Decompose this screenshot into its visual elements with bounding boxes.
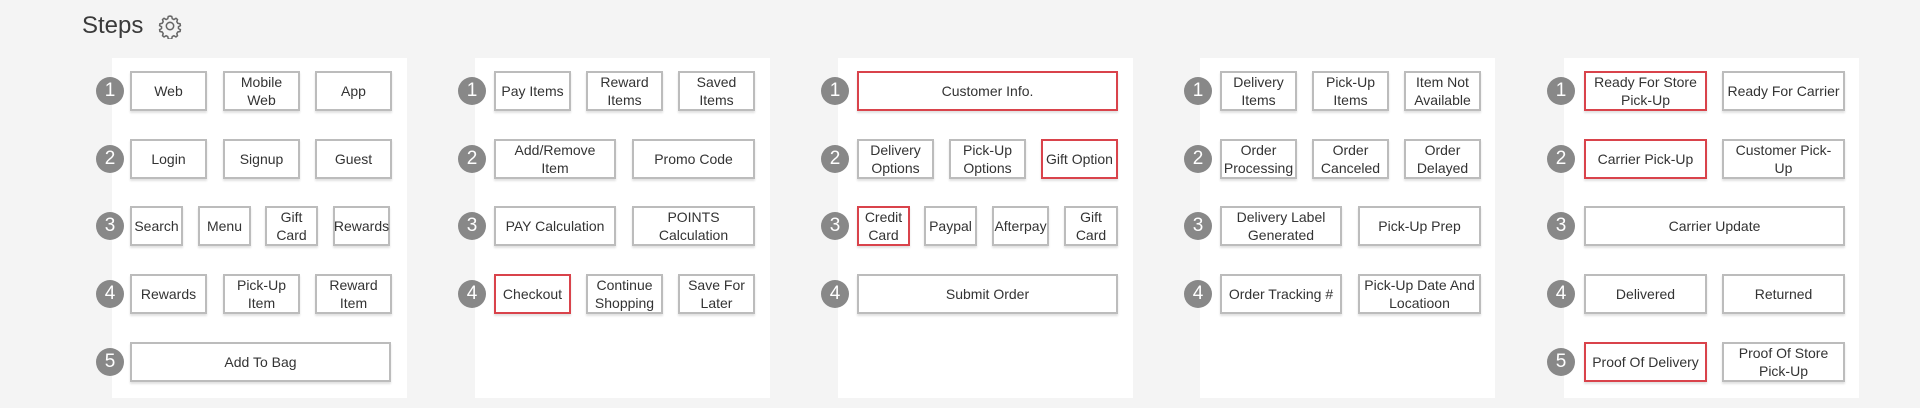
step-number-badge: 4 [458, 280, 486, 308]
step-option-button[interactable]: Saved Items [678, 71, 755, 111]
step-option-button[interactable]: Pick-Up Date And Locatioon [1358, 274, 1481, 314]
step-number-badge: 3 [458, 212, 486, 240]
step-option-button[interactable]: Pick-Up Options [949, 139, 1026, 179]
step-option-button[interactable]: Delivery Options [857, 139, 934, 179]
step-option-button[interactable]: Customer Info. [857, 71, 1118, 111]
step-option-button[interactable]: Pay Items [494, 71, 571, 111]
step-option-button[interactable]: Guest [315, 139, 392, 179]
step-option-button[interactable]: Promo Code [632, 139, 755, 179]
step-option-button[interactable]: Signup [223, 139, 300, 179]
step-option-button[interactable]: Delivery Items [1220, 71, 1297, 111]
step-option-button[interactable]: Gift Card [265, 206, 318, 246]
step-option-button[interactable]: Checkout [494, 274, 571, 314]
step-number-badge: 3 [821, 212, 849, 240]
step-option-button[interactable]: Login [130, 139, 207, 179]
step-number-badge: 2 [96, 145, 124, 173]
step-option-button[interactable]: Rewards [333, 206, 390, 246]
step-number-badge: 4 [1547, 280, 1575, 308]
step-number-badge: 2 [1547, 145, 1575, 173]
step-option-button[interactable]: Delivery Label Generated [1220, 206, 1342, 246]
step-number-badge: 5 [1547, 348, 1575, 376]
step-option-button[interactable]: Paypal [924, 206, 977, 246]
step-number-badge: 3 [1547, 212, 1575, 240]
step-number-badge: 1 [96, 77, 124, 105]
step-option-button[interactable]: Submit Order [857, 274, 1118, 314]
step-option-button[interactable]: Gift Option [1041, 139, 1118, 179]
step-option-button[interactable]: Menu [198, 206, 251, 246]
step-option-button[interactable]: Returned [1722, 274, 1845, 314]
step-number-badge: 2 [821, 145, 849, 173]
step-number-badge: 1 [458, 77, 486, 105]
step-number-badge: 1 [1184, 77, 1212, 105]
step-option-button[interactable]: Search [130, 206, 183, 246]
step-option-button[interactable]: Save For Later [678, 274, 755, 314]
step-option-button[interactable]: App [315, 71, 392, 111]
step-option-button[interactable]: Order Canceled [1312, 139, 1389, 179]
step-option-button[interactable]: Delivered [1584, 274, 1707, 314]
header: Steps [82, 12, 183, 40]
step-option-button[interactable]: Afterpay [992, 206, 1049, 246]
step-option-button[interactable]: Carrier Update [1584, 206, 1845, 246]
step-option-button[interactable]: Item Not Available [1404, 71, 1481, 111]
step-option-button[interactable]: Continue Shopping [586, 274, 663, 314]
step-option-button[interactable]: Credit Card [857, 206, 910, 246]
step-option-button[interactable]: Add/Remove Item [494, 139, 616, 179]
step-option-button[interactable]: Web [130, 71, 207, 111]
step-option-button[interactable]: Pick-Up Prep [1358, 206, 1481, 246]
step-number-badge: 3 [96, 212, 124, 240]
step-option-button[interactable]: Gift Card [1064, 206, 1118, 246]
step-option-button[interactable]: Customer Pick-Up [1722, 139, 1845, 179]
step-option-button[interactable]: Proof Of Store Pick-Up [1722, 342, 1845, 382]
step-option-button[interactable]: Order Delayed [1404, 139, 1481, 179]
step-option-button[interactable]: Mobile Web [223, 71, 300, 111]
step-number-badge: 4 [1184, 280, 1212, 308]
step-option-button[interactable]: POINTS Calculation [632, 206, 755, 246]
step-number-badge: 2 [1184, 145, 1212, 173]
step-number-badge: 1 [821, 77, 849, 105]
step-option-button[interactable]: Carrier Pick-Up [1584, 139, 1707, 179]
gear-icon[interactable] [157, 13, 183, 39]
step-option-button[interactable]: Ready For Store Pick-Up [1584, 71, 1707, 111]
step-option-button[interactable]: Add To Bag [130, 342, 391, 382]
step-option-button[interactable]: Proof Of Delivery [1584, 342, 1707, 382]
step-option-button[interactable]: Order Tracking # [1220, 274, 1342, 314]
step-number-badge: 3 [1184, 212, 1212, 240]
step-number-badge: 2 [458, 145, 486, 173]
step-number-badge: 4 [821, 280, 849, 308]
step-number-badge: 4 [96, 280, 124, 308]
step-option-button[interactable]: Rewards [130, 274, 207, 314]
step-option-button[interactable]: Reward Items [586, 71, 663, 111]
step-number-badge: 1 [1547, 77, 1575, 105]
step-number-badge: 5 [96, 348, 124, 376]
step-option-button[interactable]: Ready For Carrier [1722, 71, 1845, 111]
step-option-button[interactable]: PAY Calculation [494, 206, 616, 246]
page-title: Steps [82, 12, 144, 39]
step-option-button[interactable]: Reward Item [315, 274, 392, 314]
step-option-button[interactable]: Pick-Up Item [223, 274, 300, 314]
step-option-button[interactable]: Pick-Up Items [1312, 71, 1389, 111]
step-option-button[interactable]: Order Processing [1220, 139, 1297, 179]
